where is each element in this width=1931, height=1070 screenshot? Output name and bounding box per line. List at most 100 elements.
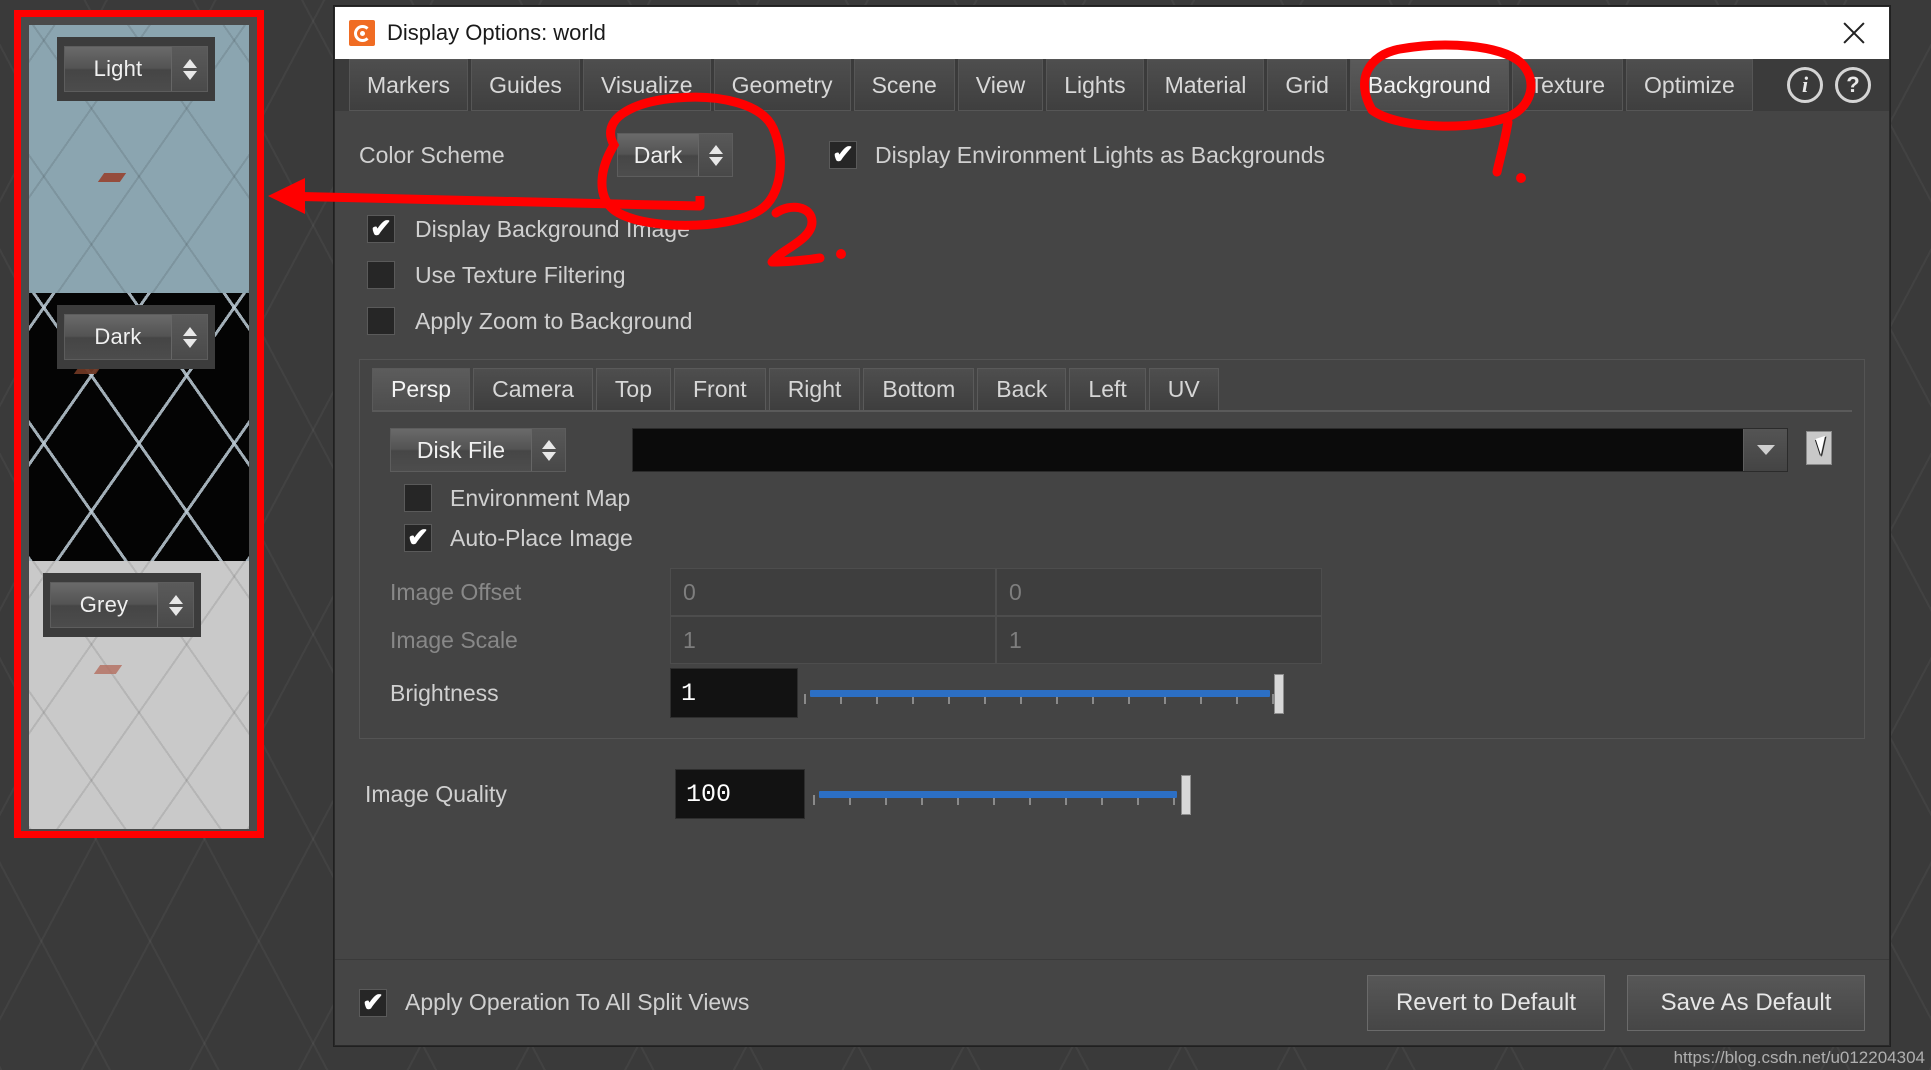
brightness-slider-handle[interactable] — [1274, 674, 1284, 714]
apply-all-split-views-label: Apply Operation To All Split Views — [405, 989, 750, 1015]
tab-view[interactable]: View — [957, 59, 1044, 111]
preview-spinner-light[interactable] — [171, 47, 207, 91]
preview-tile-grey: Grey — [29, 561, 249, 829]
image-scale-y-input[interactable]: 1 — [996, 616, 1322, 664]
chevron-up-icon — [541, 439, 556, 449]
display-background-image-checkbox[interactable] — [367, 215, 395, 243]
source-type-value: Disk File — [416, 436, 506, 463]
environment-map-label: Environment Map — [450, 484, 631, 511]
env-lights-label: Display Environment Lights as Background… — [875, 141, 1326, 168]
tab-visualize[interactable]: Visualize — [582, 59, 711, 111]
auto-place-image-label: Auto-Place Image — [450, 524, 633, 551]
tab-lights[interactable]: Lights — [1046, 59, 1144, 111]
source-type-combo[interactable]: Disk File — [390, 428, 566, 472]
browse-file-icon[interactable] — [1804, 429, 1844, 471]
scene-marker-icon — [97, 173, 127, 182]
auto-place-image-row: Auto-Place Image — [360, 512, 1864, 552]
color-scheme-value: Dark — [633, 141, 683, 168]
view-tab-top[interactable]: Top — [595, 368, 671, 410]
dialog-body: Color Scheme Dark Display Environment Li… — [335, 111, 1889, 991]
view-tab-front[interactable]: Front — [674, 368, 766, 410]
tab-scene[interactable]: Scene — [853, 59, 955, 111]
image-offset-row: Image Offset 0 0 — [390, 568, 1864, 616]
preview-tile-dark: Dark — [29, 293, 249, 561]
auto-place-image-checkbox[interactable] — [404, 524, 432, 552]
apply-zoom-to-background-checkbox[interactable] — [367, 307, 395, 335]
chevron-down-icon — [1756, 445, 1775, 455]
preview-combo-wrap-grey: Grey — [43, 573, 201, 637]
image-offset-x-input[interactable]: 0 — [670, 568, 996, 616]
revert-to-default-button[interactable]: Revert to Default — [1367, 974, 1605, 1031]
brightness-slider-fill — [810, 690, 1270, 697]
chevron-up-icon — [182, 58, 197, 68]
environment-map-checkbox[interactable] — [404, 484, 432, 512]
tab-material[interactable]: Material — [1146, 59, 1265, 111]
help-icon[interactable]: ? — [1835, 67, 1871, 103]
view-tab-bar: Persp Camera Top Front Right Bottom Back… — [360, 360, 1864, 410]
preview-spinner-dark[interactable] — [171, 315, 207, 359]
source-type-spinner[interactable] — [531, 429, 565, 471]
preview-combo-label-dark: Dark — [94, 324, 142, 349]
image-offset-label: Image Offset — [390, 578, 522, 605]
apply-all-split-views-checkbox[interactable] — [359, 988, 387, 1017]
color-scheme-spinner[interactable] — [698, 134, 732, 176]
tab-guides[interactable]: Guides — [471, 59, 580, 111]
use-texture-filtering-label: Use Texture Filtering — [415, 261, 626, 288]
preview-spinner-grey[interactable] — [157, 583, 193, 627]
display-options-dialog: Display Options: world Markers Guides Vi… — [334, 6, 1890, 1046]
brightness-label: Brightness — [390, 679, 499, 706]
preview-color-scheme-combo-light[interactable]: Light — [64, 46, 208, 92]
image-offset-y-input[interactable]: 0 — [996, 568, 1322, 616]
file-path-dropdown-button[interactable] — [1743, 429, 1787, 471]
tab-background[interactable]: Background — [1349, 59, 1509, 111]
file-path-input[interactable] — [632, 428, 1788, 472]
color-scheme-preview-strip: Light Dark Grey — [14, 10, 264, 838]
chevron-down-icon — [182, 338, 197, 348]
info-icon[interactable]: i — [1787, 67, 1823, 103]
image-quality-label: Image Quality — [365, 780, 507, 807]
preview-combo-label-light: Light — [93, 56, 143, 81]
view-tab-camera[interactable]: Camera — [473, 368, 593, 410]
preview-color-scheme-combo-grey[interactable]: Grey — [50, 582, 194, 628]
view-tab-left[interactable]: Left — [1069, 368, 1146, 410]
watermark-url: https://blog.csdn.net/u012204304 — [1673, 1048, 1925, 1067]
spiral-icon — [349, 20, 375, 46]
view-tab-back[interactable]: Back — [977, 368, 1067, 410]
image-quality-input[interactable]: 100 — [675, 769, 805, 819]
main-tab-bar: Markers Guides Visualize Geometry Scene … — [335, 59, 1889, 111]
image-quality-row: Image Quality 100 — [359, 769, 1865, 819]
background-source-panel: Persp Camera Top Front Right Bottom Back… — [359, 359, 1865, 739]
tab-markers[interactable]: Markers — [349, 59, 469, 111]
close-icon[interactable] — [1837, 16, 1871, 50]
image-quality-slider[interactable] — [813, 769, 1191, 819]
save-as-default-button[interactable]: Save As Default — [1627, 974, 1865, 1031]
chevron-up-icon — [168, 594, 183, 604]
tab-optimize[interactable]: Optimize — [1626, 59, 1753, 111]
chevron-up-icon — [708, 144, 723, 154]
color-scheme-combo[interactable]: Dark — [617, 133, 733, 177]
tab-texture[interactable]: Texture — [1511, 59, 1624, 111]
chevron-down-icon — [168, 606, 183, 616]
preview-color-scheme-combo-dark[interactable]: Dark — [64, 314, 208, 360]
view-tab-uv[interactable]: UV — [1148, 368, 1219, 410]
dialog-titlebar: Display Options: world — [335, 7, 1889, 59]
environment-map-row: Environment Map — [360, 472, 1864, 512]
image-transform-grid: Image Offset 0 0 Image Scale 1 1 Brightn… — [360, 568, 1864, 720]
view-tab-persp[interactable]: Persp — [372, 368, 471, 410]
image-scale-x-input[interactable]: 1 — [670, 616, 996, 664]
env-lights-row: Display Environment Lights as Background… — [829, 141, 1325, 169]
tab-geometry[interactable]: Geometry — [713, 59, 851, 111]
use-texture-filtering-checkbox[interactable] — [367, 261, 395, 289]
display-background-image-label: Display Background Image — [415, 215, 690, 242]
source-file-row: Disk File — [360, 412, 1864, 472]
chevron-up-icon — [182, 326, 197, 336]
brightness-slider[interactable] — [804, 668, 1284, 718]
dialog-footer: Apply Operation To All Split Views Rever… — [335, 959, 1889, 1045]
env-lights-checkbox[interactable] — [829, 141, 857, 169]
tab-grid[interactable]: Grid — [1267, 59, 1347, 111]
brightness-input[interactable]: 1 — [670, 668, 798, 718]
preview-combo-wrap-dark: Dark — [57, 305, 215, 369]
image-quality-slider-handle[interactable] — [1181, 775, 1191, 815]
view-tab-bottom[interactable]: Bottom — [863, 368, 975, 410]
view-tab-right[interactable]: Right — [768, 368, 861, 410]
